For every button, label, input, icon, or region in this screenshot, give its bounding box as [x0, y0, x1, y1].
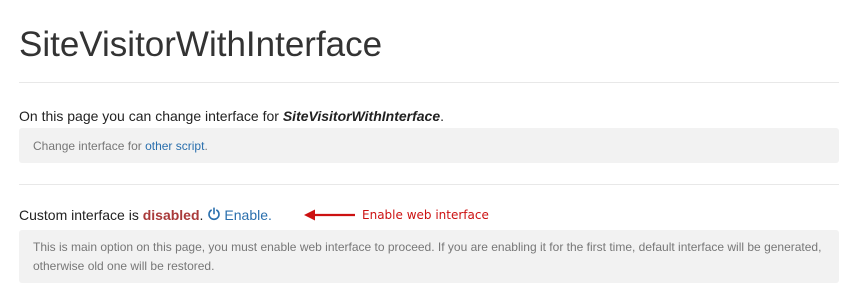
- arrow-left-icon: [304, 209, 355, 221]
- enable-label: Enable.: [224, 207, 272, 223]
- custom-interface-status: Custom interface is disabled. Enable.: [19, 205, 272, 225]
- status-after: .: [199, 207, 204, 223]
- power-icon: [208, 207, 221, 221]
- help-note-text: This is main option on this page, you mu…: [33, 240, 822, 273]
- intro-suffix: .: [440, 108, 445, 124]
- script-name: SiteVisitorWithInterface: [282, 108, 441, 124]
- enable-button[interactable]: Enable.: [207, 207, 272, 223]
- status-badge: disabled: [142, 207, 200, 223]
- other-script-link[interactable]: other script: [145, 139, 204, 153]
- intro-text: On this page you can change interface fo…: [19, 106, 444, 126]
- divider: [19, 184, 839, 185]
- change-note-prefix: Change interface for: [33, 139, 146, 153]
- annotation-text: Enable web interface: [362, 208, 489, 222]
- change-interface-note: Change interface for other script.: [19, 128, 839, 163]
- help-note: This is main option on this page, you mu…: [19, 230, 839, 283]
- page-title: SiteVisitorWithInterface: [19, 25, 383, 64]
- intro-prefix: On this page you can change interface fo…: [19, 108, 283, 124]
- status-prefix: Custom interface is: [19, 207, 143, 223]
- divider: [19, 82, 839, 83]
- change-note-suffix: .: [204, 139, 208, 153]
